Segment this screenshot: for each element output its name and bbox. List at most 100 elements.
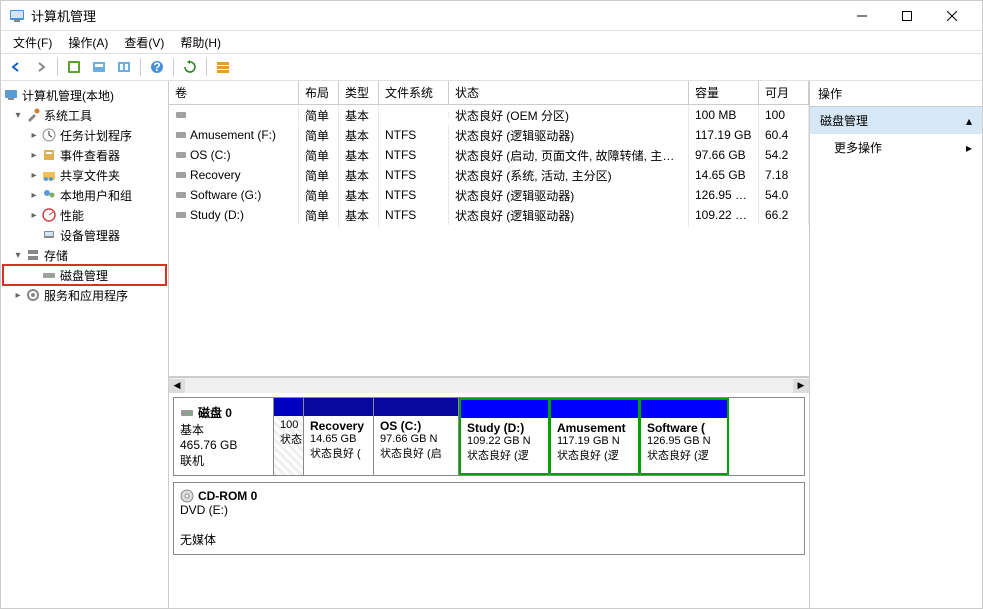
expand-icon[interactable]: ▸ [27, 170, 41, 181]
actions-title[interactable]: 磁盘管理 ▴ [810, 107, 982, 134]
scroll-left-icon[interactable]: ◀ [169, 379, 185, 393]
tree-system-tools[interactable]: ▾ 系统工具 [3, 105, 166, 125]
toolbar-refresh-icon[interactable] [179, 56, 201, 78]
tree-root[interactable]: 计算机管理(本地) [3, 85, 166, 105]
actions-panel: 操作 磁盘管理 ▴ 更多操作 ▸ [810, 81, 982, 608]
menu-help[interactable]: 帮助(H) [172, 32, 229, 53]
volume-icon [175, 109, 187, 121]
disk-info[interactable]: 磁盘 0 基本 465.76 GB 联机 [174, 398, 274, 475]
back-button[interactable] [5, 56, 27, 78]
toolbar-properties-icon[interactable] [63, 56, 85, 78]
hard-disk-icon [180, 406, 194, 420]
partition[interactable]: OS (C:) 97.66 GB N 状态良好 (启 [374, 398, 459, 475]
expand-icon[interactable]: ▸ [27, 190, 41, 201]
partition[interactable]: Amusement 117.19 GB N 状态良好 (逻 [549, 398, 639, 475]
cdrom-label: CD-ROM 0 [198, 489, 257, 503]
partition[interactable]: 100 状态良好 ( [274, 398, 304, 475]
tree-label: 性能 [60, 207, 84, 224]
collapse-icon[interactable]: ▾ [11, 250, 25, 261]
col-header-status[interactable]: 状态 [449, 81, 689, 105]
volume-header-row: 卷 布局 类型 文件系统 状态 容量 可月 [169, 81, 809, 105]
hscrollbar[interactable]: ◀ ▶ [169, 377, 809, 393]
partition-bar [641, 400, 727, 418]
clock-icon [41, 127, 57, 143]
volume-fs: NTFS [379, 125, 449, 145]
volume-row[interactable]: Software (G:) 简单 基本 NTFS 状态良好 (逻辑驱动器) 12… [169, 185, 809, 205]
actions-more[interactable]: 更多操作 ▸ [810, 134, 982, 161]
expand-icon[interactable]: ▸ [27, 210, 41, 221]
volume-capacity: 126.95 GB [689, 185, 759, 205]
volume-row[interactable]: Study (D:) 简单 基本 NTFS 状态良好 (逻辑驱动器) 109.2… [169, 205, 809, 225]
volume-name: Recovery [190, 168, 241, 182]
event-icon [41, 147, 57, 163]
cdrom-row[interactable]: CD-ROM 0 DVD (E:) 无媒体 [173, 482, 805, 555]
volume-list: 卷 布局 类型 文件系统 状态 容量 可月 简单 基本 状态良好 (OEM 分区… [169, 81, 809, 377]
volume-free: 54.0 [759, 185, 809, 205]
volume-name: Amusement (F:) [190, 128, 276, 142]
col-header-layout[interactable]: 布局 [299, 81, 339, 105]
partition-bar [551, 400, 638, 418]
volume-free: 66.2 [759, 205, 809, 225]
expand-icon[interactable]: ▸ [11, 290, 25, 301]
toolbar-disk-list-icon[interactable] [212, 56, 234, 78]
col-header-capacity[interactable]: 容量 [689, 81, 759, 105]
volume-name: OS (C:) [190, 148, 231, 162]
tree-storage[interactable]: ▾ 存储 [3, 245, 166, 265]
window-title: 计算机管理 [31, 6, 839, 25]
tree-label: 系统工具 [44, 107, 92, 124]
partition[interactable]: Software ( 126.95 GB N 状态良好 (逻 [639, 398, 729, 475]
computer-icon [3, 87, 19, 103]
col-header-free[interactable]: 可月 [759, 81, 809, 105]
volume-row[interactable]: 简单 基本 状态良好 (OEM 分区) 100 MB 100 [169, 105, 809, 125]
tree-task-scheduler[interactable]: ▸ 任务计划程序 [3, 125, 166, 145]
collapse-icon[interactable]: ▾ [11, 110, 25, 121]
volume-row[interactable]: Amusement (F:) 简单 基本 NTFS 状态良好 (逻辑驱动器) 1… [169, 125, 809, 145]
col-header-type[interactable]: 类型 [339, 81, 379, 105]
tree-shared-folders[interactable]: ▸ 共享文件夹 [3, 165, 166, 185]
partition-name: Software ( [647, 421, 721, 435]
menu-view[interactable]: 查看(V) [116, 32, 172, 53]
tree-label: 磁盘管理 [60, 267, 108, 284]
tree-local-users[interactable]: ▸ 本地用户和组 [3, 185, 166, 205]
storage-icon [25, 247, 41, 263]
toolbar: ? [1, 53, 982, 81]
toolbar-view2-icon[interactable] [113, 56, 135, 78]
tree-event-viewer[interactable]: ▸ 事件查看器 [3, 145, 166, 165]
cdrom-info[interactable]: CD-ROM 0 DVD (E:) 无媒体 [174, 483, 804, 554]
menu-file[interactable]: 文件(F) [5, 32, 60, 53]
disk-state: 联机 [180, 452, 267, 469]
partition-status: 状态良好 (逻 [557, 447, 632, 463]
menu-action[interactable]: 操作(A) [60, 32, 116, 53]
minimize-button[interactable] [839, 2, 884, 30]
forward-button[interactable] [30, 56, 52, 78]
volume-fs [379, 112, 449, 118]
close-button[interactable] [929, 2, 974, 30]
maximize-button[interactable] [884, 2, 929, 30]
volume-name: Software (G:) [190, 188, 261, 202]
expand-icon[interactable]: ▸ [27, 130, 41, 141]
scroll-right-icon[interactable]: ▶ [793, 379, 809, 393]
partition[interactable]: Study (D:) 109.22 GB N 状态良好 (逻 [459, 398, 549, 475]
cdrom-state: 无媒体 [180, 531, 798, 548]
tree-disk-management[interactable]: 磁盘管理 [3, 265, 166, 285]
tree-services-apps[interactable]: ▸ 服务和应用程序 [3, 285, 166, 305]
toolbar-help-icon[interactable]: ? [146, 56, 168, 78]
svg-text:?: ? [153, 60, 160, 74]
volume-row[interactable]: OS (C:) 简单 基本 NTFS 状态良好 (启动, 页面文件, 故障转储,… [169, 145, 809, 165]
volume-fs: NTFS [379, 205, 449, 225]
partition-size: 117.19 GB N [557, 435, 632, 447]
shared-folder-icon [41, 167, 57, 183]
partition-status: 状态良好 (逻 [467, 447, 542, 463]
volume-free: 7.18 [759, 165, 809, 185]
partition[interactable]: Recovery 14.65 GB 状态良好 ( [304, 398, 374, 475]
toolbar-mmc-icon[interactable] [88, 56, 110, 78]
disk-row[interactable]: 磁盘 0 基本 465.76 GB 联机 100 状态良好 ( Recovery… [173, 397, 805, 476]
tree-label: 共享文件夹 [60, 167, 120, 184]
volume-row[interactable]: Recovery 简单 基本 NTFS 状态良好 (系统, 活动, 主分区) 1… [169, 165, 809, 185]
col-header-volume[interactable]: 卷 [169, 81, 299, 105]
expand-icon[interactable]: ▸ [27, 150, 41, 161]
tree-device-manager[interactable]: 设备管理器 [3, 225, 166, 245]
disk-map: 磁盘 0 基本 465.76 GB 联机 100 状态良好 ( Recovery… [169, 393, 809, 608]
col-header-fs[interactable]: 文件系统 [379, 81, 449, 105]
tree-performance[interactable]: ▸ 性能 [3, 205, 166, 225]
